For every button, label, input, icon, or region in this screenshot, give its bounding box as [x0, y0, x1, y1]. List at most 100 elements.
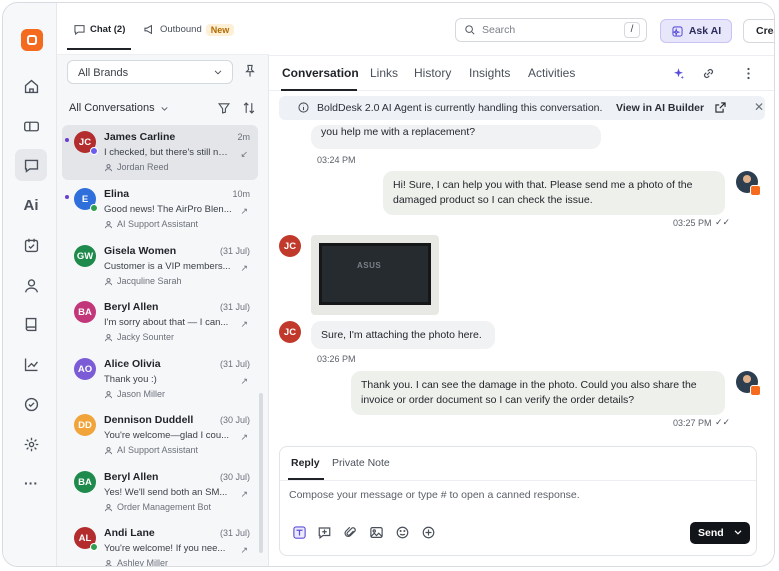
canned-response-icon[interactable] — [317, 525, 332, 540]
user-icon — [104, 163, 113, 171]
user-icon — [104, 220, 113, 228]
chart-icon[interactable] — [15, 348, 47, 380]
direction-icon: ↗ — [240, 263, 248, 273]
user-icon[interactable] — [15, 269, 47, 301]
more-icon[interactable]: ··· — [15, 467, 47, 499]
conversation-item[interactable]: BA Beryl Allen (31 Jul) I'm sorry about tha… — [62, 295, 258, 350]
contact-name: James Carline — [104, 131, 176, 143]
assigned-agent: Jacquline Sarah — [104, 276, 182, 286]
ai-text-icon[interactable] — [292, 525, 307, 540]
link-icon[interactable] — [701, 66, 716, 81]
more-vertical-icon[interactable] — [741, 66, 756, 81]
emoji-icon[interactable] — [395, 525, 410, 540]
ask-ai-label: Ask AI — [688, 25, 722, 37]
chat-tab-icon — [74, 25, 85, 36]
tab-activities[interactable]: Activities — [528, 66, 575, 80]
contact-name: Alice Olivia — [104, 358, 161, 370]
conversation-preview: Customer is a VIP members... — [104, 261, 231, 272]
assigned-agent: Ashley Miller — [104, 558, 169, 567]
create-button[interactable]: Create — [743, 19, 774, 43]
conversation-item[interactable]: DD Dennison Duddell (30 Jul) You're welcome… — [62, 408, 258, 463]
tab-conversation[interactable]: Conversation — [282, 66, 359, 80]
home-icon[interactable] — [15, 70, 47, 102]
tab-insights[interactable]: Insights — [469, 66, 510, 80]
ai-agent-banner: BoldDesk 2.0 AI Agent is currently handl… — [279, 96, 765, 120]
ask-ai-button[interactable]: Ask AI — [660, 19, 732, 43]
message-time: 03:27 PM — [673, 418, 712, 428]
assigned-agent: AI Support Assistant — [104, 445, 198, 455]
send-button[interactable]: Send — [690, 522, 750, 544]
contact-avatar: AO — [74, 358, 96, 380]
conversation-preview: You're welcome—glad I cou... — [104, 430, 230, 441]
customer-avatar: JC — [279, 321, 301, 343]
banner-text: BoldDesk 2.0 AI Agent is currently handl… — [317, 102, 603, 114]
conversation-preview: You're welcome! If you nee... — [104, 543, 226, 554]
conversation-time: (30 Jul) — [219, 472, 250, 482]
view-in-ai-builder-link[interactable]: View in AI Builder — [616, 102, 704, 114]
add-icon[interactable] — [421, 525, 436, 540]
conversation-item[interactable]: E Elina 10m Good news! The AirPro Blen... ↗ A… — [62, 182, 258, 237]
agent-avatar — [736, 171, 761, 196]
attachment-icon[interactable] — [343, 525, 358, 540]
contact-name: Andi Lane — [104, 527, 155, 539]
conversation-time: (31 Jul) — [219, 528, 250, 538]
direction-icon: ↗ — [240, 545, 248, 555]
book-icon[interactable] — [15, 308, 47, 340]
chat-icon[interactable] — [15, 149, 47, 181]
ai-icon[interactable]: Ai — [15, 189, 47, 221]
image-icon[interactable] — [369, 525, 384, 540]
tab-chat[interactable]: Chat (2) — [73, 23, 125, 36]
conversation-preview: Yes! We'll send both an SM... — [104, 487, 228, 498]
search-input[interactable]: Search / — [455, 18, 647, 42]
gear-icon[interactable] — [15, 428, 47, 460]
tab-private-note[interactable]: Private Note — [332, 457, 390, 469]
info-icon — [298, 102, 309, 113]
ticket-icon[interactable] — [15, 110, 47, 142]
tab-reply[interactable]: Reply — [291, 457, 320, 469]
agent-avatar — [736, 371, 761, 396]
task-icon[interactable] — [15, 229, 47, 261]
message-time: 03:26 PM — [317, 354, 356, 364]
compose-input[interactable]: Compose your message or type # to open a… — [289, 489, 580, 501]
filter-icon[interactable] — [217, 101, 231, 115]
conversation-item[interactable]: AO Alice Olivia (31 Jul) Thank you :) ↗ Jason… — [62, 352, 258, 407]
conversation-panel: Search / Ask AI Create Conversation Link… — [269, 3, 774, 566]
conversation-item[interactable]: JC James Carline 2m I checked, but there's … — [62, 125, 258, 180]
create-label: Create — [756, 25, 774, 37]
brand-select[interactable]: All Brands — [67, 60, 233, 84]
close-icon[interactable]: ✕ — [754, 100, 764, 114]
attachment-image[interactable]: ASUS — [311, 235, 439, 315]
message-text: Thank you. I can see the damage in the p… — [361, 379, 697, 406]
tab-outbound[interactable]: Outbound New — [143, 23, 235, 36]
nav-rail: Ai ··· — [3, 3, 57, 566]
ai-sparkle-icon[interactable] — [671, 66, 686, 81]
conversation-item[interactable]: AL Andi Lane (31 Jul) You're welcome! If yo… — [62, 521, 258, 567]
conversation-view-select[interactable]: All Conversations — [69, 102, 170, 114]
megaphone-icon — [144, 24, 152, 35]
contact-name: Gisela Women — [104, 245, 177, 257]
tab-conversation-underline — [281, 89, 357, 91]
search-icon — [465, 25, 475, 35]
brand-select-value: All Brands — [78, 67, 129, 79]
assigned-agent-name: Ashley Miller — [117, 558, 169, 567]
tab-history[interactable]: History — [414, 66, 451, 80]
user-icon — [104, 503, 113, 511]
list-scrollbar[interactable] — [259, 393, 263, 553]
chevron-down-icon[interactable] — [732, 526, 744, 538]
message-text: you help me with a replacement? — [321, 126, 476, 138]
direction-icon: ↙ — [240, 149, 248, 159]
check-circle-icon[interactable] — [15, 388, 47, 420]
message-bubble: Hi! Sure, I can help you with that. Plea… — [383, 171, 725, 215]
pin-icon[interactable] — [243, 64, 257, 78]
assigned-agent: Order Management Bot — [104, 502, 211, 512]
conversation-item[interactable]: BA Beryl Allen (30 Jul) Yes! We'll send bot… — [62, 465, 258, 520]
boldesk-logo[interactable] — [21, 29, 43, 51]
status-indicator — [90, 147, 98, 155]
assigned-agent-name: Jordan Reed — [117, 162, 169, 172]
conversation-time: (31 Jul) — [219, 302, 250, 312]
channel-tabs: Chat (2) Outbound New — [57, 3, 269, 55]
sort-icon[interactable] — [242, 101, 256, 115]
conversation-item[interactable]: GW Gisela Women (31 Jul) Customer is a VIP … — [62, 239, 258, 294]
tab-links[interactable]: Links — [370, 66, 398, 80]
external-link-icon[interactable] — [714, 101, 727, 114]
